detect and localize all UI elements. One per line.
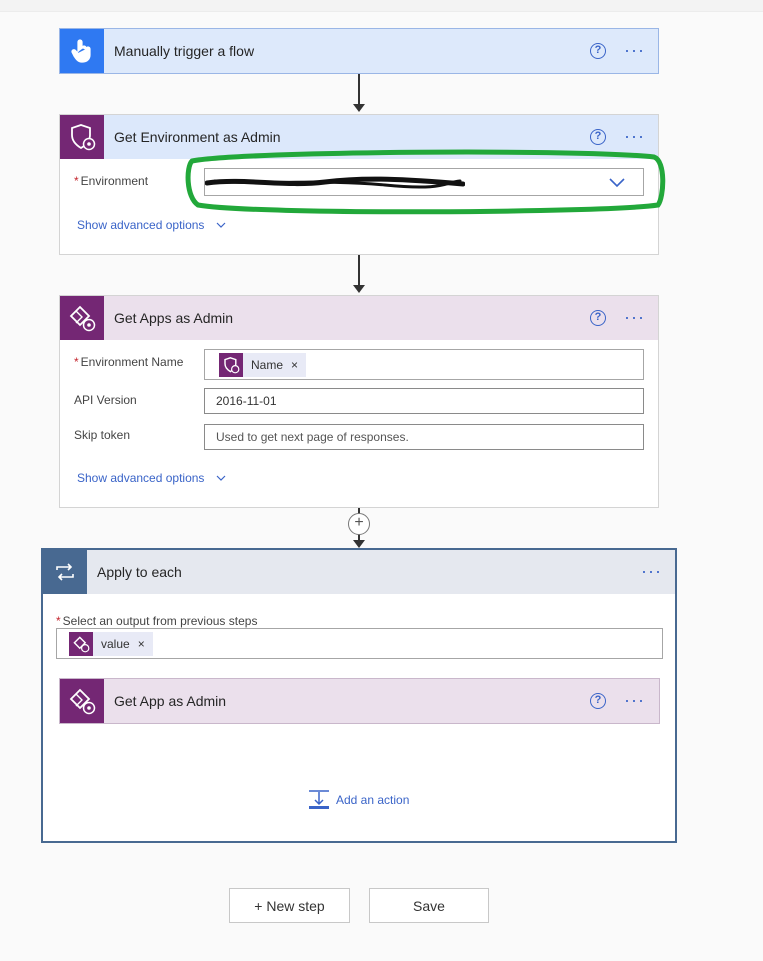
- environment-label: * Environment: [74, 174, 149, 188]
- add-an-action-link[interactable]: Add an action: [308, 790, 409, 810]
- get-apps-title: Get Apps as Admin: [114, 310, 234, 326]
- name-token[interactable]: Name ×: [219, 352, 307, 377]
- get-environment-title: Get Environment as Admin: [114, 129, 281, 145]
- connector-arrowhead: [353, 285, 365, 293]
- shield-gear-icon: [219, 352, 243, 377]
- chevron-down-icon: [216, 475, 226, 481]
- show-advanced-options-link[interactable]: Show advanced options: [77, 218, 226, 232]
- more-options-icon[interactable]: ···: [624, 127, 645, 145]
- name-token-label: Name: [251, 357, 284, 372]
- connector-arrowhead: [353, 540, 365, 548]
- trigger-title: Manually trigger a flow: [114, 43, 255, 59]
- skip-token-label: Skip token: [74, 428, 131, 442]
- more-options-icon[interactable]: ···: [624, 41, 645, 59]
- trigger-card[interactable]: Manually trigger a flow ? ···: [59, 28, 659, 74]
- powerapps-gear-icon: [60, 679, 104, 723]
- more-options-icon[interactable]: ···: [641, 562, 662, 580]
- top-strip: [0, 0, 763, 12]
- select-output-label: * Select an output from previous steps: [56, 614, 258, 628]
- api-version-label: API Version: [74, 393, 137, 407]
- remove-token-icon[interactable]: ×: [291, 358, 298, 372]
- environment-name-label: * Environment Name: [74, 355, 184, 369]
- help-icon[interactable]: ?: [590, 43, 606, 59]
- help-icon[interactable]: ?: [590, 129, 606, 145]
- highlight-annotation: [185, 149, 666, 215]
- more-options-icon[interactable]: ···: [624, 308, 645, 326]
- insert-step-plus-icon[interactable]: +: [348, 513, 370, 535]
- more-options-icon[interactable]: ···: [624, 691, 645, 709]
- apply-to-each-card[interactable]: Apply to each ··· * Select an output from…: [41, 548, 677, 843]
- api-version-input[interactable]: 2016-11-01: [204, 388, 644, 414]
- shield-gear-icon: [60, 115, 104, 159]
- powerapps-gear-icon: [60, 296, 104, 340]
- get-apps-card[interactable]: Get Apps as Admin ? ··· * Environment Nam…: [59, 295, 659, 508]
- connector-arrow: [358, 255, 360, 287]
- touch-hand-icon: [60, 29, 104, 73]
- value-token[interactable]: value ×: [69, 631, 153, 656]
- chevron-down-icon: [216, 222, 226, 228]
- get-app-card[interactable]: Get App as Admin ? ···: [59, 678, 660, 724]
- save-button[interactable]: Save: [369, 888, 489, 923]
- connector-arrowhead: [353, 104, 365, 112]
- remove-token-icon[interactable]: ×: [138, 637, 145, 651]
- value-token-label: value: [101, 636, 130, 651]
- connector-arrow: [358, 74, 360, 106]
- get-app-title: Get App as Admin: [114, 693, 227, 709]
- help-icon[interactable]: ?: [590, 310, 606, 326]
- show-advanced-options-link[interactable]: Show advanced options: [77, 471, 226, 485]
- environment-name-input[interactable]: Name ×: [204, 349, 644, 380]
- powerapps-gear-icon: [69, 631, 93, 656]
- help-icon[interactable]: ?: [590, 693, 606, 709]
- select-output-input[interactable]: value ×: [56, 628, 663, 659]
- apply-to-each-title: Apply to each: [97, 564, 182, 580]
- loop-arrows-icon: [43, 550, 87, 594]
- new-step-button[interactable]: + New step: [229, 888, 350, 923]
- skip-token-input[interactable]: Used to get next page of responses.: [204, 424, 644, 450]
- add-action-icon: [309, 790, 329, 809]
